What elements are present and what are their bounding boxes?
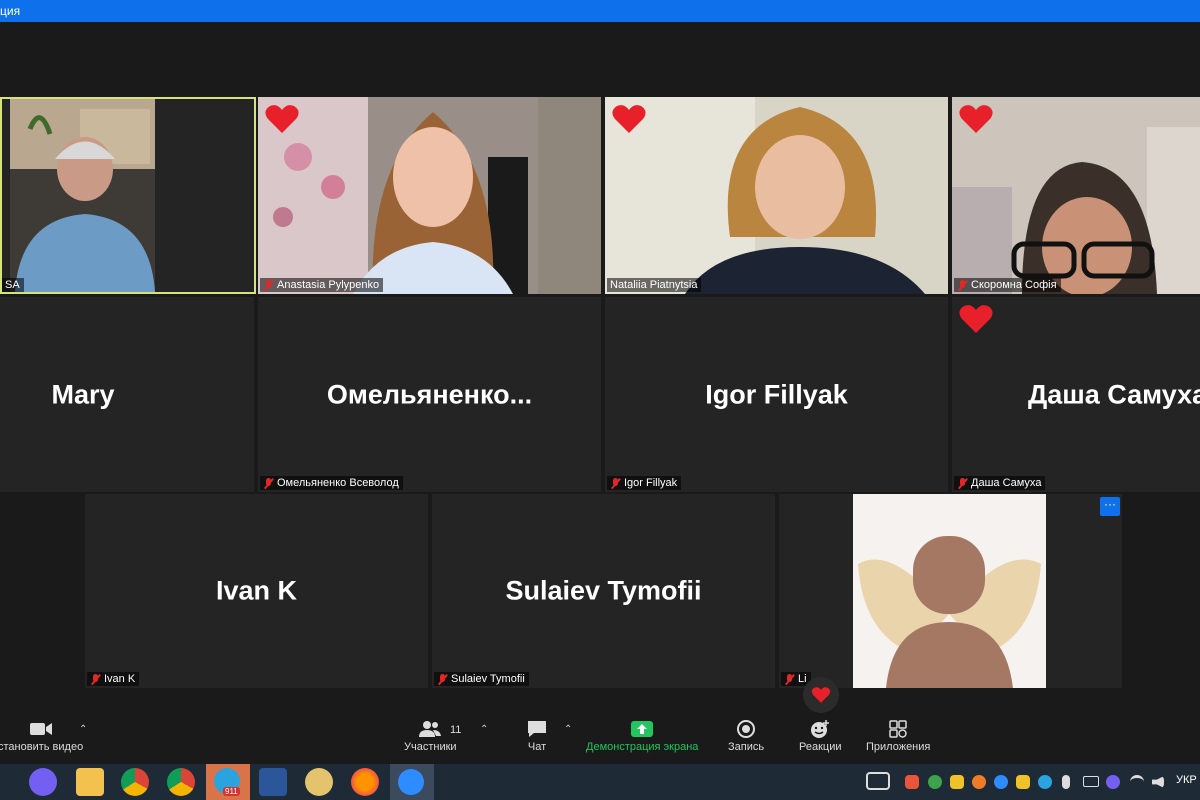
mic-muted-icon — [263, 477, 274, 489]
tray-app-icon-4[interactable] — [972, 775, 986, 789]
chrome-icon[interactable] — [121, 768, 149, 796]
tray-app-icon-2[interactable] — [928, 775, 942, 789]
video-camera-icon — [29, 723, 52, 735]
tray-zoom-icon[interactable] — [994, 775, 1008, 789]
windows-taskbar: 911 УКР — [0, 764, 1200, 800]
participant-tile-igor[interactable]: Igor Fillyak Igor Fillyak — [605, 297, 948, 492]
participants-button[interactable]: Участники — [404, 720, 457, 753]
chat-icon — [528, 721, 546, 737]
chat-button[interactable]: Чат — [526, 720, 548, 753]
record-icon — [737, 720, 756, 738]
heart-reaction-icon — [959, 305, 993, 333]
wifi-icon[interactable] — [1130, 775, 1144, 789]
microphone-icon[interactable] — [1062, 775, 1070, 789]
participant-name-display: Sulaiev Tymofii — [505, 575, 702, 606]
tray-viber-icon[interactable] — [1106, 775, 1120, 789]
participant-name-label: SA — [2, 278, 24, 292]
reactions-button[interactable]: Реакции — [799, 720, 842, 753]
participant-tile-anastasia[interactable]: Anastasia Pylypenko — [258, 97, 601, 294]
volume-icon[interactable] — [1152, 776, 1164, 788]
battery-icon[interactable] — [1083, 776, 1099, 787]
participant-name-display: Mary — [51, 379, 115, 409]
participant-name-label: Nataliia Piatnytsia — [607, 278, 702, 292]
telegram-icon[interactable]: 911 — [206, 764, 250, 800]
participant-name-label: Sulaiev Tymofii — [434, 672, 529, 686]
participant-name-label: Омельяненко Всеволод — [260, 476, 403, 490]
participant-tile-mary[interactable]: Mary — [0, 297, 254, 492]
participant-tile-li[interactable]: ··· Li — [779, 494, 1122, 688]
participant-name-display: Даша Самуха — [1028, 379, 1200, 409]
mic-muted-icon — [437, 673, 448, 685]
record-button[interactable]: Запись — [728, 720, 764, 753]
tray-app-icon-1[interactable] — [905, 775, 919, 789]
heart-reaction-icon — [265, 105, 299, 133]
participant-name-display: Омельяненко... — [326, 379, 533, 409]
tray-app-icon-3[interactable] — [950, 775, 964, 789]
participant-tile-sa[interactable]: SA — [0, 97, 256, 294]
viber-icon[interactable] — [29, 768, 57, 796]
video-options-chevron-icon[interactable]: ⌃ — [79, 724, 87, 735]
telegram-badge: 911 — [223, 787, 240, 796]
participant-tile-dasha[interactable]: Даша Самуха Даша Самуха — [952, 297, 1200, 492]
participants-options-chevron-icon[interactable]: ⌃ — [480, 724, 488, 735]
apps-icon — [889, 720, 907, 738]
paint-icon[interactable] — [305, 768, 333, 796]
participant-name-display: Igor Fillyak — [705, 379, 848, 409]
news-icon[interactable] — [866, 772, 890, 790]
zoom-icon[interactable] — [390, 764, 434, 800]
participants-count: 11 — [450, 724, 462, 736]
language-indicator[interactable]: УКР — [1176, 774, 1197, 786]
tray-telegram-icon[interactable] — [1038, 775, 1052, 789]
start-video-button[interactable]: становить видео — [0, 720, 83, 753]
mic-muted-icon — [90, 673, 101, 685]
participant-tile-sulaiev[interactable]: Sulaiev Tymofii Sulaiev Tymofii — [432, 494, 775, 688]
participant-name-label: Igor Fillyak — [607, 476, 682, 490]
heart-reaction-icon — [612, 105, 646, 133]
participant-video — [10, 99, 155, 292]
participants-icon — [419, 721, 442, 737]
window-title-bar: ция — [0, 0, 1200, 22]
participant-tile-ivan[interactable]: Ivan K Ivan K — [85, 494, 428, 688]
participant-video — [605, 97, 948, 294]
mic-muted-icon — [263, 279, 274, 291]
participant-tile-omelianenko[interactable]: Омельяненко... Омельяненко Всеволод — [258, 297, 601, 492]
participant-name-label: Anastasia Pylypenko — [260, 278, 384, 292]
profile-picture-angel — [853, 494, 1046, 688]
share-screen-icon — [631, 721, 654, 737]
participant-name-display: Ivan K — [215, 575, 298, 606]
video-gallery: SA Anastasia Pylypenko Nataliia Piatnyts… — [0, 22, 1200, 714]
mic-muted-icon — [957, 279, 968, 291]
word-icon[interactable] — [259, 768, 287, 796]
more-options-button[interactable]: ··· — [1100, 497, 1120, 516]
mic-muted-icon — [610, 477, 621, 489]
mic-muted-icon — [784, 673, 795, 685]
firefox-icon[interactable] — [351, 768, 379, 796]
participant-video — [258, 97, 601, 294]
share-screen-button[interactable]: Демонстрация экрана — [586, 720, 698, 753]
heart-reaction-icon — [811, 687, 831, 703]
chat-options-chevron-icon[interactable]: ⌃ — [564, 724, 572, 735]
tray-app-icon-5[interactable] — [1016, 775, 1030, 789]
participant-tile-nataliia[interactable]: Nataliia Piatnytsia — [605, 97, 948, 294]
chrome-alt-icon[interactable] — [167, 768, 195, 796]
window-title: ция — [0, 4, 21, 18]
participant-name-label: Скоромна Софія — [954, 278, 1061, 292]
participant-name-label: Даша Самуха — [954, 476, 1046, 490]
mic-muted-icon — [957, 477, 968, 489]
heart-reaction-popup — [803, 677, 839, 713]
participant-name-label: Ivan K — [87, 672, 140, 686]
apps-button[interactable]: Приложения — [866, 720, 930, 753]
heart-reaction-icon — [959, 105, 993, 133]
file-explorer-icon[interactable] — [76, 768, 104, 796]
smiley-add-icon — [811, 720, 830, 738]
participant-tile-sofia[interactable]: Скоромна Софія — [952, 97, 1200, 294]
meeting-toolbar: становить видео ⌃ Участники 11 ⌃ Чат ⌃ Д… — [0, 714, 1200, 764]
